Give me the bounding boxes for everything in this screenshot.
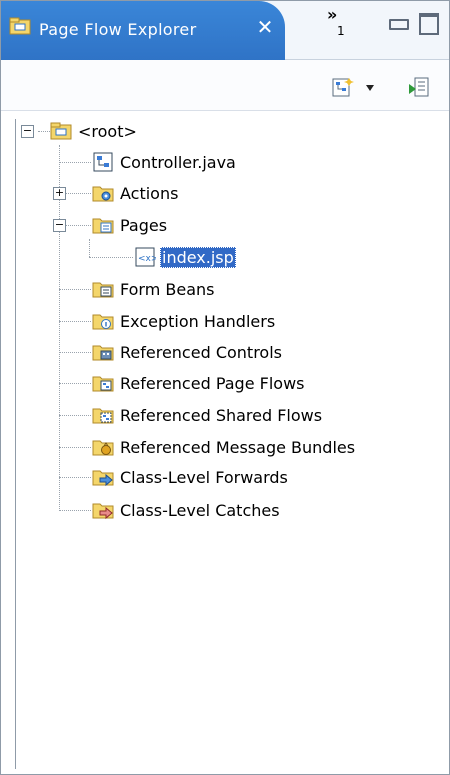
tree-connector bbox=[59, 352, 91, 353]
tree-item-exception-handlers[interactable]: Exception Handlers bbox=[92, 306, 277, 336]
chevron-double-right-icon: » bbox=[327, 5, 337, 24]
tree-item-class-level-catches[interactable]: Class-Level Catches bbox=[92, 495, 282, 525]
exception-handlers-folder-icon bbox=[92, 314, 114, 330]
close-icon[interactable]: ✕ bbox=[253, 15, 277, 39]
page-flow-tree[interactable]: − + − <root> Controller.java Actions Pag… bbox=[15, 119, 448, 769]
class-level-forwards-folder-icon bbox=[92, 470, 114, 487]
tree-item-label: Exception Handlers bbox=[120, 311, 276, 331]
collapse-root-toggle[interactable]: − bbox=[21, 125, 34, 138]
tree-connector bbox=[59, 162, 91, 163]
tree-item-label: Class-Level Catches bbox=[120, 500, 280, 520]
tree-item-label: <root> bbox=[78, 121, 137, 141]
tree-connector bbox=[59, 321, 91, 322]
tree-item-referenced-shared-flows[interactable]: Referenced Shared Flows bbox=[92, 400, 324, 430]
referenced-controls-folder-icon bbox=[92, 345, 114, 361]
tree-connector bbox=[89, 239, 90, 257]
pages-folder-icon bbox=[92, 218, 114, 234]
actions-folder-icon bbox=[92, 186, 114, 202]
page-flow-icon bbox=[9, 17, 31, 35]
tree-connector bbox=[59, 477, 91, 478]
page-flow-icon bbox=[50, 122, 72, 140]
overflow-tabs-button[interactable]: » 1 bbox=[327, 7, 359, 39]
tree-item-label: Pages bbox=[120, 215, 168, 235]
tree-item-referenced-message-bundles[interactable]: Referenced Message Bundles bbox=[92, 432, 357, 462]
class-level-catches-folder-icon bbox=[92, 503, 114, 520]
tree-item-actions[interactable]: Actions bbox=[92, 178, 180, 208]
tree-connector bbox=[59, 510, 91, 511]
minimize-icon[interactable] bbox=[389, 19, 409, 30]
tree-connector bbox=[59, 289, 91, 290]
page-flow-explorer-view: Page Flow Explorer ✕ » 1 − + − <root> Co… bbox=[0, 0, 450, 775]
referenced-message-bundles-folder-icon bbox=[92, 440, 114, 456]
tree-item-root[interactable]: <root> bbox=[50, 116, 139, 146]
svg-text:<x>: <x> bbox=[138, 254, 156, 264]
tree-item-form-beans[interactable]: Form Beans bbox=[92, 274, 217, 304]
tree-item-label: Actions bbox=[120, 183, 179, 203]
tree-item-label: Referenced Shared Flows bbox=[120, 405, 323, 425]
tree-item-pages[interactable]: Pages bbox=[92, 210, 169, 240]
tree-connector bbox=[59, 415, 91, 416]
tree-item-referenced-page-flows[interactable]: Referenced Page Flows bbox=[92, 368, 307, 398]
form-beans-folder-icon bbox=[92, 282, 114, 298]
tree-item-referenced-controls[interactable]: Referenced Controls bbox=[92, 337, 284, 367]
controller-file-icon bbox=[93, 152, 113, 172]
tree-item-label: Referenced Controls bbox=[120, 342, 282, 362]
tree-item-class-level-forwards[interactable]: Class-Level Forwards bbox=[92, 462, 290, 492]
tree-item-index-jsp[interactable]: <x> index.jsp bbox=[134, 242, 236, 272]
jsp-file-icon: <x> bbox=[135, 247, 156, 267]
chevron-down-icon[interactable] bbox=[365, 84, 375, 92]
tree-item-label-selected: index.jsp bbox=[160, 246, 236, 268]
tab-title: Page Flow Explorer bbox=[39, 20, 197, 39]
overflow-count: 1 bbox=[337, 24, 345, 38]
tree-item-label: Referenced Page Flows bbox=[120, 373, 305, 393]
tree-connector bbox=[59, 447, 91, 448]
collapse-pages-toggle[interactable]: − bbox=[53, 219, 66, 232]
referenced-page-flows-folder-icon bbox=[92, 376, 114, 392]
tree-connector bbox=[89, 257, 133, 258]
tree-item-controller[interactable]: Controller.java bbox=[92, 147, 238, 177]
tree-connector bbox=[59, 383, 91, 384]
tab-page-flow-explorer[interactable]: Page Flow Explorer ✕ bbox=[1, 1, 285, 61]
view-toolbar bbox=[1, 60, 449, 111]
tree-item-label: Form Beans bbox=[120, 279, 215, 299]
referenced-shared-flows-folder-icon bbox=[92, 408, 114, 424]
tree-item-label: Controller.java bbox=[120, 152, 236, 172]
expand-actions-toggle[interactable]: + bbox=[53, 187, 66, 200]
maximize-icon[interactable] bbox=[419, 13, 439, 35]
run-icon[interactable] bbox=[407, 76, 431, 98]
view-tab-strip: Page Flow Explorer ✕ » 1 bbox=[1, 1, 449, 61]
new-page-flow-icon[interactable] bbox=[331, 76, 355, 98]
tree-item-label: Referenced Message Bundles bbox=[120, 437, 356, 457]
tree-item-label: Class-Level Forwards bbox=[120, 467, 288, 487]
